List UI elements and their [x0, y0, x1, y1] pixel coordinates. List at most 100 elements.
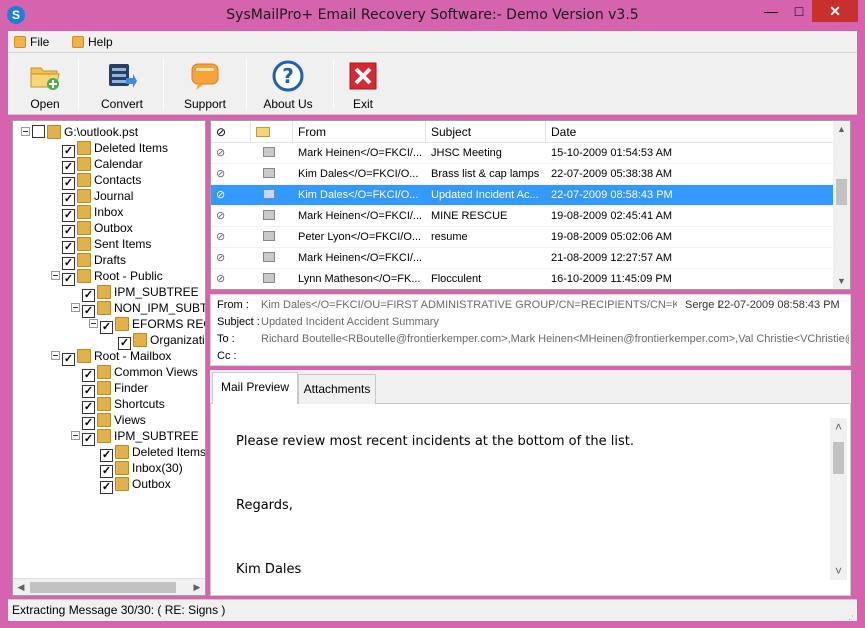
- tree-item[interactable]: ✓Organization Forms: [118, 332, 205, 350]
- convert-button[interactable]: Convert: [92, 57, 152, 113]
- subject-value: Updated Incident Accident Summary: [261, 316, 439, 328]
- tree-item[interactable]: ✓ Sent Items: [62, 236, 151, 254]
- tree-item[interactable]: ✓ Finder: [82, 380, 148, 398]
- tree-checkbox[interactable]: [32, 125, 45, 138]
- scroll-thumb[interactable]: [836, 179, 847, 205]
- maximize-button[interactable]: □: [785, 0, 813, 22]
- tree-item[interactable]: ✓ Drafts: [62, 252, 127, 270]
- menu-bar: File Help: [8, 31, 857, 53]
- resize-grip-icon[interactable]: ⋰: [845, 609, 855, 624]
- tree-item[interactable]: ✓ Shortcuts: [82, 396, 165, 414]
- scroll-thumb[interactable]: [30, 582, 176, 593]
- tree-checkbox[interactable]: ✓: [62, 353, 75, 366]
- tree-item-label: EFORMS REGISTRY: [132, 317, 205, 331]
- mail-body[interactable]: Please review most recent incidents at t…: [210, 404, 851, 596]
- message-row[interactable]: ⊘ Kim Dales</O=FKCI/O... Updated Incident …: [211, 185, 835, 206]
- scroll-thumb[interactable]: [833, 442, 844, 474]
- tree-checkbox[interactable]: ✓: [100, 481, 113, 494]
- tree-item-label: Drafts: [94, 253, 127, 267]
- message-row[interactable]: ⊘ Lynn Matheson</O=FK... Flocculent 16-10-2…: [211, 269, 835, 289]
- about-us-button[interactable]: ? About Us: [258, 57, 318, 113]
- paperclip-icon: ⊘: [216, 168, 226, 180]
- sent-items-icon: [77, 237, 91, 251]
- menu-help-label: Help: [88, 35, 113, 49]
- status-cell: [251, 143, 293, 164]
- calendar-icon: [77, 157, 91, 171]
- scroll-down-icon[interactable]: ˅: [832, 564, 845, 578]
- from-cell: Kim Dales</O=FKCI/O...: [298, 189, 419, 201]
- tree-item[interactable]: ✓NON_IPM_SUBTREE: [71, 300, 205, 318]
- minimize-button[interactable]: —: [757, 0, 785, 22]
- tree-item[interactable]: ✓ Deleted Items: [62, 140, 168, 158]
- envelope-icon: [256, 127, 270, 137]
- tree-item[interactable]: ✓ Calendar: [62, 156, 143, 174]
- envelope-icon: [263, 252, 275, 262]
- folder-icon: [97, 365, 111, 379]
- open-button[interactable]: Open: [22, 57, 68, 113]
- folder-icon: [97, 301, 111, 315]
- tree-item[interactable]: ✓ Views: [82, 412, 146, 430]
- folder-icon: [77, 269, 91, 283]
- mail-body-scrollbar[interactable]: ˄ ˅: [830, 418, 847, 580]
- from-column-header[interactable]: From: [293, 121, 426, 143]
- tree-item-label: NON_IPM_SUBTREE: [114, 301, 205, 315]
- scroll-left-icon[interactable]: ◀: [14, 581, 28, 594]
- collapse-icon[interactable]: [89, 319, 98, 328]
- close-button[interactable]: ✕: [812, 0, 858, 22]
- title-bar[interactable]: S SysMailPro+ Email Recovery Software:- …: [0, 0, 865, 30]
- tree-item[interactable]: ✓ Contacts: [62, 172, 141, 190]
- status-bar: Extracting Message 30/30: ( RE: Signs ) …: [8, 599, 857, 624]
- tab-attachments[interactable]: Attachments: [298, 374, 376, 404]
- from-label: From :: [217, 299, 249, 311]
- folder-tree[interactable]: G:\outlook.pst ✓ Deleted Items ✓ Calendar ✓ Co…: [12, 120, 206, 596]
- date-cell: 16-10-2009 11:45:09 PM: [551, 273, 672, 285]
- message-list-scrollbar[interactable]: ▲ ▼: [833, 121, 850, 289]
- attachment-cell: ⊘: [211, 206, 251, 227]
- tree-checkbox[interactable]: ✓: [100, 321, 113, 334]
- tab-mail-preview[interactable]: Mail Preview: [212, 372, 298, 405]
- tree-item[interactable]: ✓ Outbox: [100, 476, 171, 494]
- message-row[interactable]: ⊘ Mark Heinen</O=FKCI/... JHSC Meeting 15-1…: [211, 143, 835, 164]
- subject-column-header[interactable]: Subject: [426, 121, 546, 143]
- envelope-icon: [263, 231, 275, 241]
- scroll-up-icon[interactable]: ˄: [832, 420, 845, 434]
- tree-horizontal-scrollbar[interactable]: ◀ ▶: [13, 578, 205, 595]
- support-button[interactable]: Support: [176, 57, 234, 113]
- exit-x-icon: [349, 62, 377, 90]
- collapse-icon[interactable]: [51, 271, 60, 280]
- tree-item[interactable]: ✓ IPM_SUBTREE: [71, 428, 199, 446]
- menu-help[interactable]: Help: [72, 34, 113, 50]
- message-row[interactable]: ⊘ Mark Heinen</O=FKCI/... 21-08-2009 12:27…: [211, 248, 835, 269]
- read-status-column-header[interactable]: [251, 121, 293, 143]
- tree-item[interactable]: ✓ Outbox: [62, 220, 133, 238]
- tree-checkbox[interactable]: ✓: [62, 273, 75, 286]
- tree-item[interactable]: ✓ Inbox: [62, 204, 123, 222]
- scroll-right-icon[interactable]: ▶: [190, 581, 204, 594]
- tree-item[interactable]: G:\outlook.pst: [21, 124, 138, 140]
- scroll-up-icon[interactable]: ▲: [835, 122, 848, 136]
- collapse-icon[interactable]: [71, 431, 80, 440]
- message-list[interactable]: ⊘ From Subject Date ⊘ Mark Heinen</O=FKCI…: [210, 120, 851, 290]
- collapse-icon[interactable]: [21, 127, 30, 136]
- exit-button[interactable]: Exit: [342, 57, 384, 113]
- tree-item[interactable]: ✓ EFORMS REGISTRY: [89, 316, 205, 334]
- tree-item[interactable]: ✓ Deleted Items: [100, 444, 205, 462]
- message-row[interactable]: ⊘ Kim Dales</O=FKCI/O... Brass list & cap …: [211, 164, 835, 185]
- tree-item[interactable]: ✓ Root - Mailbox: [51, 348, 171, 366]
- tree-checkbox[interactable]: ✓: [82, 433, 95, 446]
- message-row[interactable]: ⊘ Mark Heinen</O=FKCI/... MINE RESCUE 19-08…: [211, 206, 835, 227]
- menu-file[interactable]: File: [14, 34, 49, 50]
- tree-item[interactable]: ✓ Common Views: [82, 364, 198, 382]
- attachment-column-header[interactable]: ⊘: [211, 121, 251, 143]
- collapse-icon[interactable]: [51, 351, 60, 360]
- tree-item[interactable]: ✓ Inbox(30): [100, 460, 183, 478]
- date-column-header[interactable]: Date: [546, 121, 835, 143]
- paperclip-icon: ⊘: [216, 125, 227, 139]
- tree-item[interactable]: ✓ Journal: [62, 188, 133, 206]
- collapse-icon[interactable]: [71, 303, 80, 312]
- tree-item[interactable]: ✓ Root - Public: [51, 268, 163, 286]
- message-row[interactable]: ⊘ Peter Lyon</O=FKCI/O... resume 19-08-2009…: [211, 227, 835, 248]
- journal-icon: [77, 189, 91, 203]
- tree-item[interactable]: ✓ IPM_SUBTREE: [82, 284, 199, 302]
- scroll-down-icon[interactable]: ▼: [835, 274, 848, 288]
